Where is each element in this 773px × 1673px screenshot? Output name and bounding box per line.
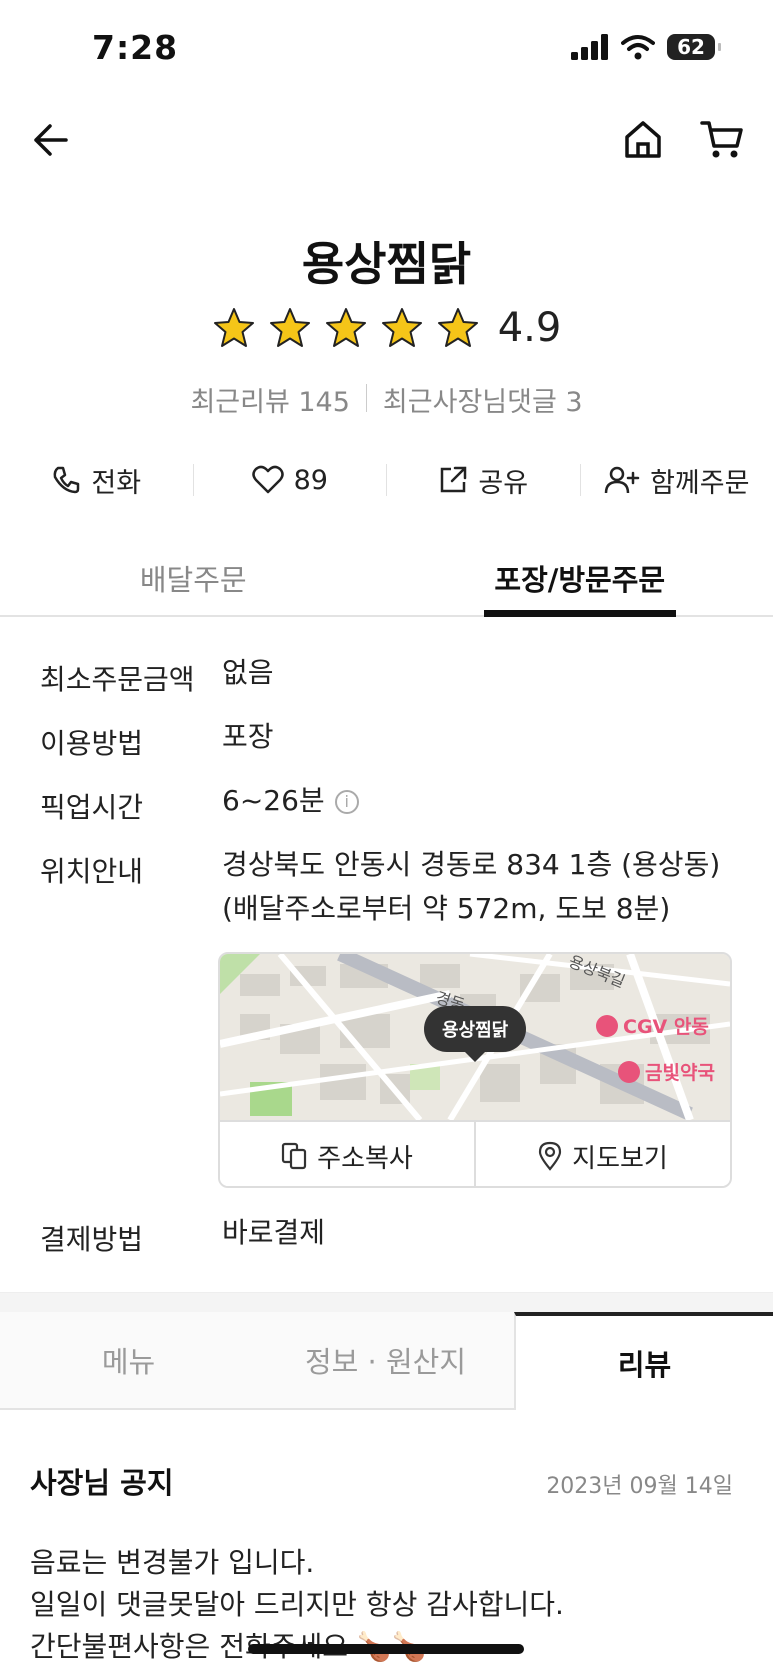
like-count: 89 bbox=[293, 464, 328, 496]
min-order-value: 없음 bbox=[222, 656, 274, 689]
group-order-label: 함께주문 bbox=[650, 467, 750, 499]
copy-address-label: 주소복사 bbox=[317, 1143, 413, 1174]
tab-info-origin[interactable]: 정보 · 원산지 bbox=[257, 1312, 514, 1408]
arrow-left-icon bbox=[34, 124, 68, 156]
location-label: 위치안내 bbox=[40, 855, 144, 888]
star-icon bbox=[213, 308, 254, 347]
star-icon bbox=[437, 308, 478, 347]
poi-cgv-label: CGV 안동 bbox=[623, 1016, 709, 1038]
heart-icon bbox=[251, 465, 284, 494]
owner-notice-title: 사장님 공지 bbox=[30, 1466, 174, 1500]
pickup-time-row: 6~26분 i bbox=[222, 780, 359, 822]
rating-stars bbox=[212, 306, 480, 350]
copy-address-button[interactable]: 주소복사 bbox=[220, 1122, 474, 1186]
action-bar: 전화 89 공유 함께주문 bbox=[0, 455, 773, 505]
home-button[interactable] bbox=[622, 118, 664, 160]
recent-reviews-count[interactable]: 최근리뷰 145 bbox=[190, 380, 349, 419]
payment-label: 결제방법 bbox=[40, 1223, 144, 1256]
status-time: 7:28 bbox=[92, 28, 179, 67]
call-label: 전화 bbox=[91, 467, 142, 499]
owner-notice-date: 2023년 09월 14일 bbox=[546, 1474, 733, 1499]
cart-icon bbox=[700, 121, 743, 158]
like-button[interactable]: 89 bbox=[194, 455, 387, 505]
phone-icon bbox=[53, 466, 80, 494]
rating-row: 4.9 bbox=[0, 305, 773, 351]
map-actions: 주소복사 지도보기 bbox=[220, 1120, 730, 1186]
map-card: 용상북길 경동 용상찜닭 CGV 안동 금빛약국 주소복사 지도보기 bbox=[218, 952, 732, 1188]
order-type-tabs: 배달주문 포장/방문주문 bbox=[0, 545, 773, 617]
owner-comments-count[interactable]: 최근사장님댓글 3 bbox=[383, 380, 583, 419]
back-button[interactable] bbox=[30, 120, 70, 160]
poi-pharmacy: 금빛약국 bbox=[618, 1058, 715, 1085]
home-icon bbox=[625, 121, 661, 158]
tab-reviews[interactable]: 리뷰 bbox=[514, 1312, 773, 1410]
status-icons: 62 bbox=[571, 34, 721, 60]
payment-value: 바로결제 bbox=[222, 1216, 326, 1249]
star-icon bbox=[381, 308, 422, 347]
section-divider bbox=[0, 1292, 773, 1313]
review-counts[interactable]: 최근리뷰 145 최근사장님댓글 3 bbox=[0, 380, 773, 419]
share-icon bbox=[441, 466, 467, 493]
tab-pickup-order[interactable]: 포장/방문주문 bbox=[387, 545, 773, 615]
store-name: 용상찜닭 bbox=[301, 237, 472, 291]
map-preview[interactable]: 용상북길 경동 용상찜닭 CGV 안동 금빛약국 bbox=[220, 954, 730, 1120]
view-map-label: 지도보기 bbox=[572, 1143, 668, 1174]
tab-delivery-order[interactable]: 배달주문 bbox=[0, 545, 387, 615]
view-map-button[interactable]: 지도보기 bbox=[474, 1122, 730, 1186]
method-value: 포장 bbox=[222, 720, 274, 753]
section-tabs: 메뉴 정보 · 원산지 리뷰 bbox=[0, 1312, 773, 1410]
location-distance: (배달주소로부터 약 572m, 도보 8분) bbox=[222, 892, 671, 925]
battery-indicator: 62 bbox=[667, 34, 721, 60]
map-pin-label: 용상찜닭 bbox=[424, 1006, 527, 1052]
min-order-label: 최소주문금액 bbox=[40, 663, 195, 696]
share-button[interactable]: 공유 bbox=[387, 455, 580, 505]
home-indicator[interactable] bbox=[248, 1644, 524, 1654]
location-pin-icon bbox=[539, 1141, 562, 1171]
group-order-button[interactable]: 함께주문 bbox=[581, 455, 773, 505]
star-icon bbox=[269, 308, 310, 347]
info-icon[interactable]: i bbox=[334, 790, 359, 814]
pickup-time-label: 픽업시간 bbox=[40, 791, 144, 824]
method-label: 이용방법 bbox=[40, 727, 144, 760]
signal-icon bbox=[571, 34, 608, 60]
star-icon bbox=[325, 308, 366, 347]
cart-button[interactable] bbox=[700, 118, 744, 160]
cinema-icon bbox=[596, 1014, 618, 1037]
divider bbox=[365, 384, 367, 412]
call-button[interactable]: 전화 bbox=[0, 455, 193, 505]
location-address: 경상북도 안동시 경동로 834 1층 (용상동) bbox=[222, 848, 721, 881]
pickup-time-value: 6~26분 bbox=[222, 784, 325, 817]
tab-menu[interactable]: 메뉴 bbox=[0, 1312, 257, 1408]
copy-icon bbox=[282, 1142, 307, 1170]
poi-pharmacy-label: 금빛약국 bbox=[645, 1062, 715, 1084]
poi-cgv: CGV 안동 bbox=[596, 1012, 709, 1039]
pharmacy-icon bbox=[618, 1060, 640, 1083]
share-label: 공유 bbox=[478, 467, 529, 499]
rating-value: 4.9 bbox=[497, 305, 562, 351]
wifi-icon bbox=[621, 35, 655, 60]
add-user-icon bbox=[604, 466, 640, 494]
